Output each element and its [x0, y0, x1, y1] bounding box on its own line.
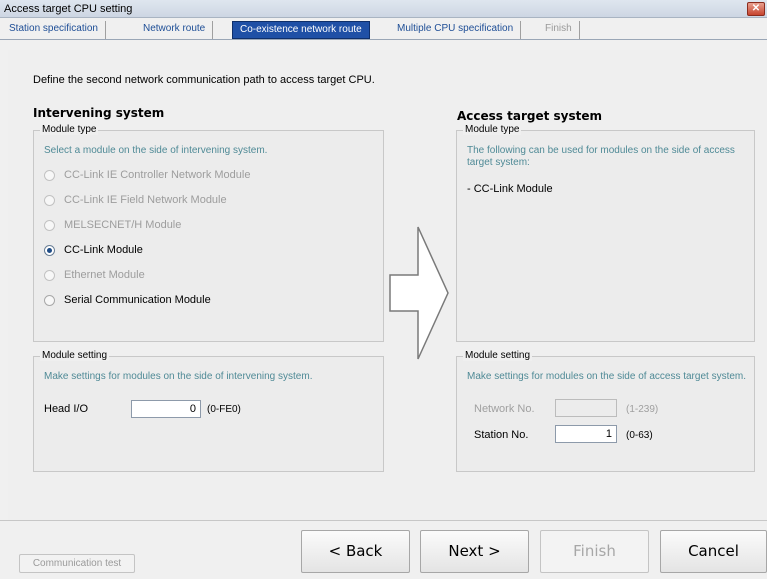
intervening-heading: Intervening system — [33, 106, 165, 120]
network-no-input — [555, 399, 617, 417]
target-module-setting-group: Module setting Make settings for modules… — [456, 350, 755, 472]
radio-indicator — [44, 169, 55, 181]
communication-test-button: Communication test — [19, 554, 135, 573]
window-title: Access target CPU setting — [4, 3, 133, 15]
network-no-range: (1-239) — [626, 404, 659, 415]
target-module-type-legend: Module type — [463, 124, 522, 135]
radio-cc-link-ie-field: CC-Link IE Field Network Module — [44, 194, 227, 206]
radio-label: Serial Communication Module — [64, 294, 211, 306]
radio-label: CC-Link IE Controller Network Module — [64, 169, 251, 181]
finish-button: Finish — [540, 530, 649, 573]
wizard-steps: Station specification Network route Co-e… — [0, 18, 767, 40]
station-no-input[interactable]: 1 — [555, 425, 617, 443]
tab-co-existence-network-route[interactable]: Co-existence network route — [232, 21, 370, 39]
radio-indicator[interactable] — [44, 244, 55, 256]
target-module-type-hint: The following can be used for modules on… — [467, 145, 735, 168]
tab-network-route[interactable]: Network route — [136, 21, 214, 39]
next-button[interactable]: Next > — [420, 530, 529, 573]
target-module-name: - CC-Link Module — [467, 183, 553, 195]
radio-serial-communication[interactable]: Serial Communication Module — [44, 294, 211, 306]
target-module-type-group: Module type The following can be used fo… — [456, 124, 755, 342]
tab-multiple-cpu-specification[interactable]: Multiple CPU specification — [390, 21, 522, 39]
station-no-label: Station No. — [474, 429, 529, 441]
intro-text: Define the second network communication … — [33, 74, 375, 86]
intervening-module-type-hint: Select a module on the side of interveni… — [44, 145, 268, 156]
title-bar: Access target CPU setting ✕ — [0, 0, 767, 18]
head-io-input[interactable]: 0 — [131, 400, 201, 418]
radio-cc-link[interactable]: CC-Link Module — [44, 244, 143, 256]
close-icon[interactable]: ✕ — [747, 2, 765, 16]
station-no-range: (0-63) — [626, 430, 653, 441]
radio-label: CC-Link Module — [64, 244, 143, 256]
radio-melsecnet-h: MELSECNET/H Module — [44, 219, 181, 231]
radio-indicator[interactable] — [44, 294, 55, 306]
back-button[interactable]: < Back — [301, 530, 410, 573]
head-io-label: Head I/O — [44, 403, 89, 415]
footer-separator — [0, 520, 767, 521]
target-module-setting-legend: Module setting — [463, 350, 533, 361]
radio-indicator — [44, 219, 55, 231]
intervening-module-type-legend: Module type — [40, 124, 99, 135]
network-no-label: Network No. — [474, 403, 535, 415]
intervening-module-setting-group: Module setting Make settings for modules… — [33, 350, 384, 472]
target-heading: Access target system — [457, 109, 602, 123]
intervening-module-type-group: Module type Select a module on the side … — [33, 124, 384, 342]
cancel-button[interactable]: Cancel — [660, 530, 767, 573]
radio-indicator — [44, 269, 55, 281]
head-io-range: (0-FE0) — [207, 404, 241, 415]
tab-finish: Finish — [538, 21, 580, 39]
radio-label: MELSECNET/H Module — [64, 219, 182, 231]
direction-arrow-icon — [389, 226, 449, 360]
radio-label: Ethernet Module — [64, 269, 145, 281]
radio-label: CC-Link IE Field Network Module — [64, 194, 227, 206]
tab-station-specification[interactable]: Station specification — [2, 21, 106, 39]
target-module-setting-hint: Make settings for modules on the side of… — [467, 371, 747, 382]
radio-indicator — [44, 194, 55, 206]
radio-ethernet: Ethernet Module — [44, 269, 145, 281]
intervening-module-setting-hint: Make settings for modules on the side of… — [44, 371, 313, 382]
intervening-module-setting-legend: Module setting — [40, 350, 110, 361]
radio-cc-link-ie-controller: CC-Link IE Controller Network Module — [44, 169, 250, 181]
